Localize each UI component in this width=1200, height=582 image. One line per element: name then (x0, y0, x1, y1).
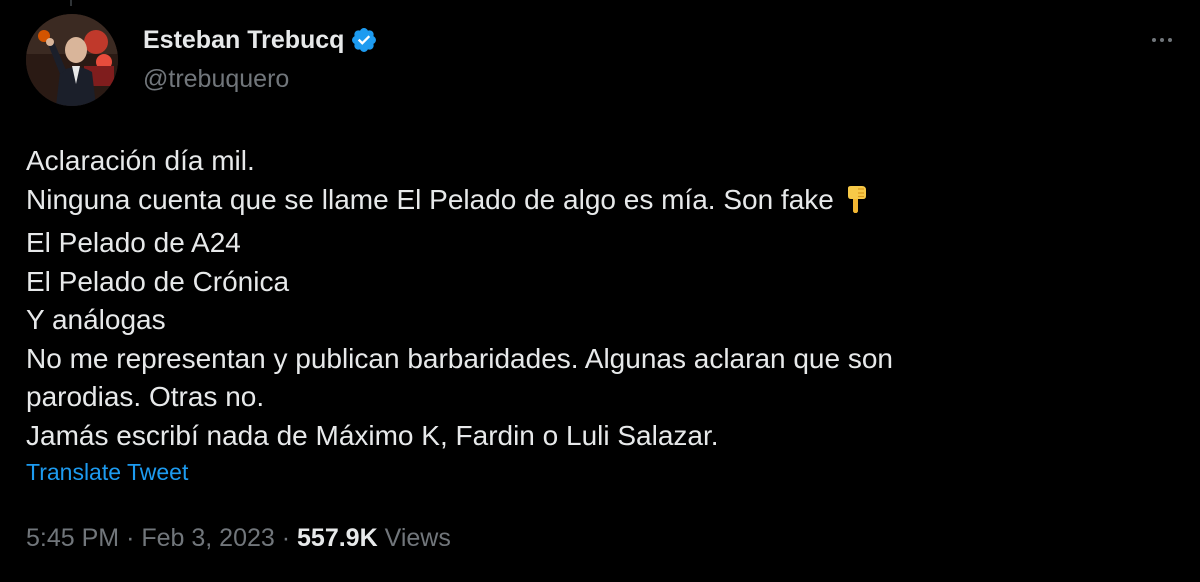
tweet-meta: 5:45 PM · Feb 3, 2023 · 557.9K Views (26, 521, 451, 555)
tweet-date[interactable]: Feb 3, 2023 (141, 524, 274, 552)
tweet-line: Jamás escribí nada de Máximo K, Fardin o… (26, 419, 719, 451)
tweet-line: Aclaración día mil. (26, 145, 255, 176)
tweet-card: Esteban Trebucq @trebuquero Aclaración d… (0, 0, 1200, 582)
author-handle[interactable]: @trebuquero (143, 63, 289, 95)
more-horizontal-icon (1160, 38, 1164, 42)
verified-badge-icon (350, 26, 378, 54)
tweet-text: Aclaración día mil. Ninguna cuenta que s… (26, 142, 1176, 455)
author-avatar[interactable] (26, 14, 118, 106)
more-horizontal-icon (1152, 38, 1156, 42)
tweet-line: parodias. Otras no. (26, 381, 265, 412)
views-label: Views (384, 524, 451, 552)
tweet-line-text: Ninguna cuenta que se llame El Pelado de… (26, 183, 834, 215)
tweet-line: Y análogas (26, 304, 166, 335)
translate-tweet-link[interactable]: Translate Tweet (26, 456, 188, 488)
thread-connector (70, 0, 72, 6)
meta-separator: · (126, 524, 135, 552)
more-horizontal-icon (1168, 38, 1172, 42)
meta-separator: · (281, 524, 291, 552)
pointing-down-emoji-icon (842, 184, 872, 225)
more-options-button[interactable] (1146, 26, 1178, 54)
tweet-line: No me representan y publican barbaridade… (26, 342, 894, 374)
avatar-photo-icon (26, 14, 118, 106)
author-name-row: Esteban Trebucq (143, 22, 378, 58)
tweet-line: El Pelado de A24 (26, 227, 241, 258)
views-count: 557.9K (297, 524, 378, 552)
tweet-line: Ninguna cuenta que se llame El Pelado de… (26, 181, 1176, 225)
tweet-line: El Pelado de Crónica (26, 265, 290, 297)
tweet-time[interactable]: 5:45 PM (26, 524, 119, 552)
author-display-name[interactable]: Esteban Trebucq (143, 22, 344, 58)
